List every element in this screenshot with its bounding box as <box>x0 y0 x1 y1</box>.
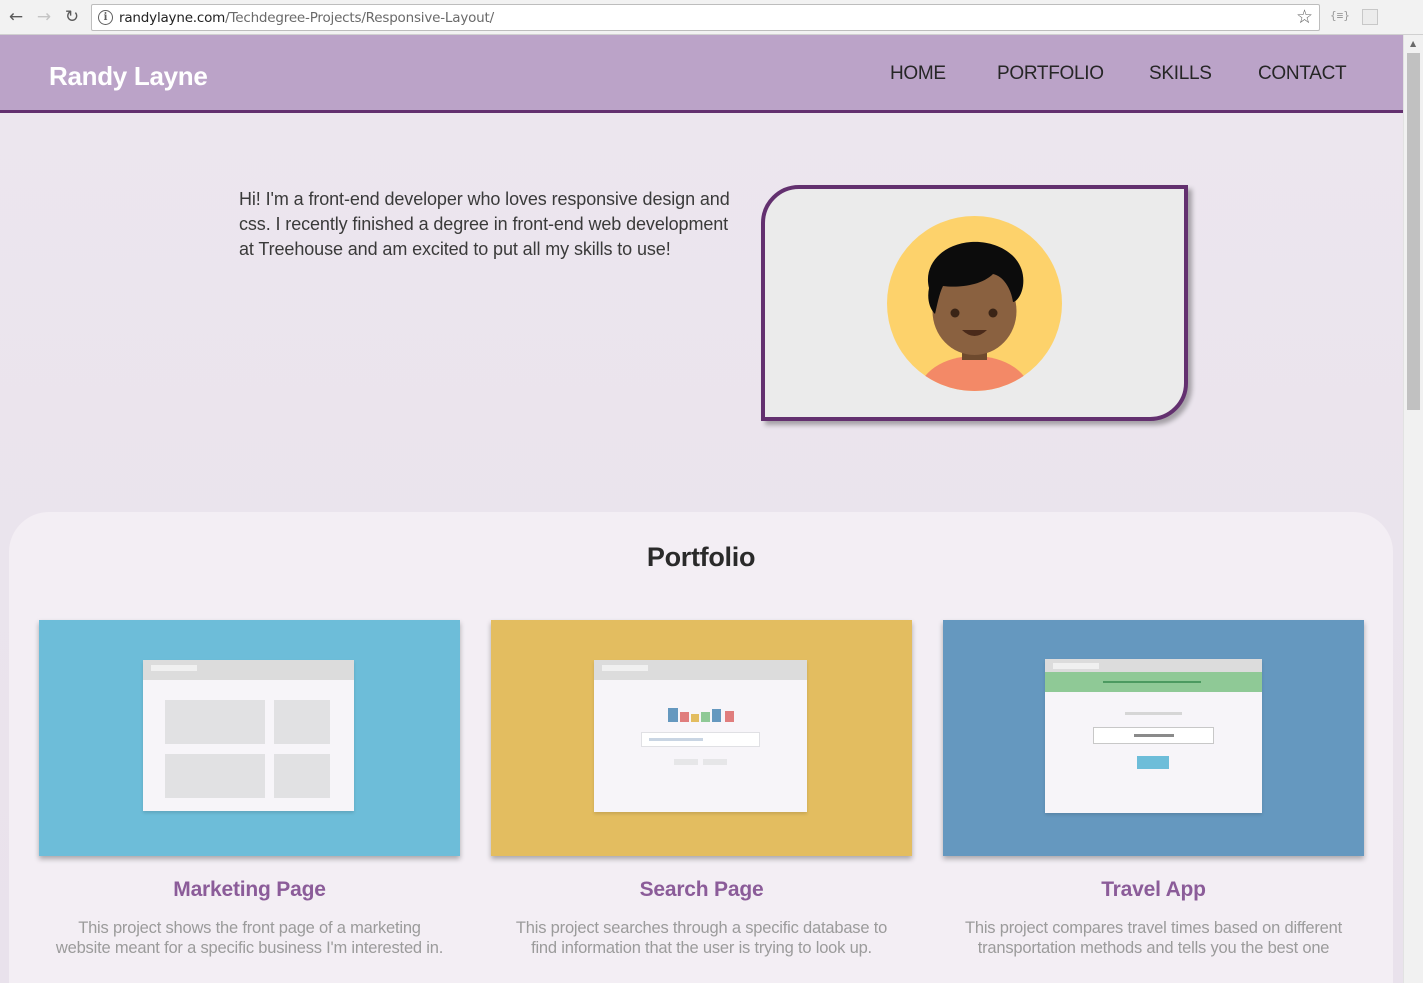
card-description: This project searches through a specific… <box>515 919 888 957</box>
nav-link-contact[interactable]: CONTACT <box>1258 63 1347 85</box>
avatar-frame <box>761 185 1188 421</box>
browser-mockup <box>143 660 354 811</box>
nav-link-skills[interactable]: SKILLS <box>1149 63 1212 85</box>
bookmark-star-icon[interactable]: ☆ <box>1296 6 1313 28</box>
back-arrow-icon[interactable]: ← <box>6 7 26 27</box>
portfolio-card-search: Search Page This project searches throug… <box>491 620 912 958</box>
site-header: Randy Layne HOME PORTFOLIO SKILLS CONTAC… <box>0 35 1403 113</box>
scroll-up-arrow-icon[interactable]: ▲ <box>1410 39 1416 48</box>
browser-mockup <box>1045 659 1262 813</box>
nav-link-home[interactable]: HOME <box>890 63 946 85</box>
url-host: randylayne.com <box>119 10 226 26</box>
nav-link-portfolio[interactable]: PORTFOLIO <box>997 63 1104 85</box>
url-path: /Techdegree-Projects/Responsive-Layout/ <box>225 10 494 26</box>
avatar-illustration <box>887 216 1062 391</box>
portfolio-section: Portfolio Marketing Page This project sh… <box>9 512 1393 983</box>
browser-mockup <box>594 660 807 812</box>
card-description: This project shows the front page of a m… <box>55 919 444 957</box>
forward-arrow-icon[interactable]: → <box>34 7 54 27</box>
card-title[interactable]: Search Page <box>491 878 912 902</box>
portfolio-card-travel: Travel App This project compares travel … <box>943 620 1364 958</box>
card-title[interactable]: Travel App <box>943 878 1364 902</box>
extension-icon[interactable] <box>1362 9 1378 25</box>
extension-json-icon[interactable]: {≡} <box>1330 9 1350 22</box>
card-title[interactable]: Marketing Page <box>39 878 460 902</box>
scrollbar-thumb[interactable] <box>1407 53 1420 410</box>
marketing-page-thumbnail[interactable] <box>39 620 460 856</box>
portfolio-title: Portfolio <box>646 542 756 572</box>
portfolio-card-marketing: Marketing Page This project shows the fr… <box>39 620 460 958</box>
url-text[interactable]: randylayne.com/Techdegree-Projects/Respo… <box>119 10 494 26</box>
info-icon[interactable]: i <box>98 10 113 25</box>
reload-icon[interactable]: ↻ <box>62 7 82 27</box>
search-page-thumbnail[interactable] <box>491 620 912 856</box>
intro-text: Hi! I'm a front-end developer who loves … <box>239 189 730 259</box>
address-bar[interactable]: i randylayne.com/Techdegree-Projects/Res… <box>91 4 1320 31</box>
browser-toolbar: ← → ↻ i randylayne.com/Techdegree-Projec… <box>0 0 1423 35</box>
site-logo[interactable]: Randy Layne <box>49 61 208 92</box>
page-scrollbar[interactable]: ▲ <box>1403 35 1423 983</box>
card-description: This project compares travel times based… <box>964 919 1343 957</box>
travel-app-thumbnail[interactable] <box>943 620 1364 856</box>
page-viewport: Randy Layne HOME PORTFOLIO SKILLS CONTAC… <box>0 35 1403 983</box>
